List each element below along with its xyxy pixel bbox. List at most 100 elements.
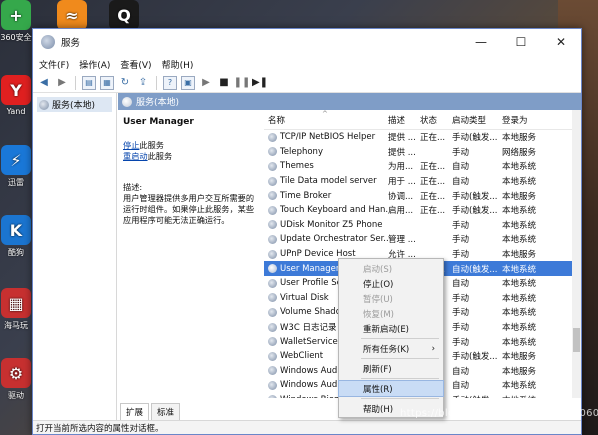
context-menu-item[interactable]: 刷新(F): [339, 361, 443, 376]
service-gear-icon: [268, 205, 277, 215]
context-menu-item[interactable]: 所有任务(K) ›: [339, 341, 443, 356]
service-gear-icon: [268, 191, 277, 201]
service-start-cell: 自动: [452, 162, 470, 173]
service-gear-icon: [268, 249, 277, 259]
service-name-cell: Update Orchestrator Ser...: [264, 234, 388, 244]
service-start-cell: 手动: [452, 337, 470, 348]
view-tabs: 扩展 标准: [120, 398, 181, 420]
service-gear-icon: [268, 366, 277, 376]
service-name: Update Orchestrator Ser...: [280, 234, 388, 245]
toolbar-separator: [156, 75, 157, 90]
service-name: Time Broker: [280, 190, 332, 201]
forward-icon[interactable]: ▶: [55, 76, 69, 90]
menu-file[interactable]: 文件(F): [39, 58, 69, 71]
tab-extended[interactable]: 扩展: [120, 403, 150, 420]
service-gear-icon: [268, 147, 277, 157]
context-menu-item-label: 暂停(U): [363, 294, 393, 305]
desktop-shortcut[interactable]: Y Yand: [0, 75, 36, 116]
context-menu-item[interactable]: 停止(O): [339, 276, 443, 291]
desktop-shortcut-label: 酷狗: [8, 248, 24, 257]
service-logon-cell: 本地系统: [502, 279, 537, 290]
back-icon[interactable]: ◀: [37, 76, 51, 90]
column-header-description[interactable]: 描述: [388, 114, 420, 126]
column-header-logon-as[interactable]: 登录为: [502, 114, 550, 126]
service-name-cell: Themes: [264, 161, 388, 171]
service-name: TCP/IP NetBIOS Helper: [280, 132, 376, 143]
desktop-shortcut[interactable]: ⚡ 迅雷: [0, 145, 36, 188]
table-row[interactable]: Themes 为用... 正在... 自动 本地系统: [264, 159, 581, 174]
service-name: Windows Audi: [280, 365, 340, 376]
main-content: 服务(本地) 服务(本地) User Manager 停止此服务 重启动此服务 …: [33, 93, 581, 420]
context-menu-item-label: 属性(R): [363, 384, 393, 395]
table-row[interactable]: Telephony 提供 ... 手动 网络服务: [264, 145, 581, 160]
context-menu-item[interactable]: 重新启动(E): [339, 321, 443, 336]
service-logon-cell: 本地系统: [502, 162, 537, 173]
service-desc-cell: 为用...: [388, 162, 414, 173]
tree-item-services-local[interactable]: 服务(本地): [37, 97, 112, 112]
description-label: 描述:: [123, 182, 143, 193]
service-name-cell: Time Broker: [264, 191, 388, 201]
vertical-scrollbar[interactable]: [572, 110, 581, 398]
service-start-cell: 手动(触发...: [452, 206, 498, 217]
context-menu: 启动(S) 停止(O) 暂停(U) 恢复(M) 重新启动(E) 所有任务(K) › 刷新(F)…: [338, 258, 444, 418]
service-status-cell: 正在...: [420, 206, 446, 217]
menu-help[interactable]: 帮助(H): [162, 58, 194, 71]
service-start-cell: 手动(触发...: [452, 352, 498, 363]
stop-icon[interactable]: ■: [217, 76, 231, 90]
stop-service-link[interactable]: 停止: [123, 140, 139, 150]
service-gear-icon: [268, 395, 277, 398]
tab-standard[interactable]: 标准: [151, 403, 181, 420]
service-name: WebClient: [280, 351, 324, 362]
export-icon[interactable]: ⇪: [136, 76, 150, 90]
table-row[interactable]: Time Broker 协调... 正在... 手动(触发... 本地服务: [264, 188, 581, 203]
table-row[interactable]: Update Orchestrator Ser... 管理 ... 手动 本地系统: [264, 232, 581, 247]
console-tree-icon[interactable]: ▤: [82, 75, 96, 90]
help-icon[interactable]: ?: [163, 75, 177, 90]
menu-action[interactable]: 操作(A): [79, 58, 110, 71]
desktop-shortcut[interactable]: ▦ 海马玩: [0, 288, 36, 331]
table-row[interactable]: UDisk Monitor Z5 Phone 手动 本地系统: [264, 218, 581, 233]
context-menu-item-label: 帮助(H): [363, 404, 394, 415]
close-button[interactable]: ✕: [541, 29, 581, 55]
properties-icon[interactable]: ▦: [100, 75, 114, 90]
restart-service-suffix: 此服务: [147, 151, 173, 162]
maximize-button[interactable]: ☐: [501, 29, 541, 55]
services-gear-icon: [39, 99, 49, 110]
service-name-cell: Touch Keyboard and Han...: [264, 205, 388, 215]
scroll-thumb[interactable]: [573, 328, 580, 352]
table-row[interactable]: Touch Keyboard and Han... 启用... 正在... 手动(触发…: [264, 203, 581, 218]
service-start-cell: 自动: [452, 279, 470, 290]
service-gear-icon: [268, 220, 277, 230]
app-shortcut-icon: Y: [1, 75, 31, 105]
menu-separator: [361, 378, 439, 379]
services-gear-icon: [122, 96, 132, 107]
service-desc-cell: 启用...: [388, 206, 414, 217]
menu-view[interactable]: 查看(V): [120, 58, 151, 71]
table-row[interactable]: TCP/IP NetBIOS Helper 提供 ... 正在... 手动(触发...…: [264, 130, 581, 145]
app-shortcut-icon: ⚙: [1, 358, 31, 388]
service-gear-icon: [268, 322, 277, 332]
service-description-panel: User Manager 停止此服务 重启动此服务 描述: 用户管理器提供多用户…: [118, 110, 264, 398]
service-logon-cell: 本地系统: [502, 206, 537, 217]
service-status-cell: 正在...: [420, 177, 446, 188]
desktop-shortcut[interactable]: K 酷狗: [0, 215, 36, 258]
minimize-button[interactable]: —: [461, 29, 501, 55]
table-row[interactable]: Tile Data model server 用于 ... 正在... 自动 本地系统: [264, 174, 581, 189]
context-menu-item[interactable]: 属性(R): [338, 380, 444, 397]
desktop-shortcut[interactable]: ⚙ 驱动: [0, 358, 36, 401]
play-icon[interactable]: ▶: [199, 76, 213, 90]
restart-service-link[interactable]: 重启动: [123, 151, 148, 161]
column-header-status[interactable]: 状态: [420, 114, 452, 126]
console-icon[interactable]: ▣: [181, 75, 195, 90]
refresh-icon[interactable]: ↻: [118, 76, 132, 90]
menu-separator: [361, 398, 439, 399]
column-header-startup-type[interactable]: 启动类型: [452, 114, 502, 126]
service-name: Windows Audi: [280, 380, 340, 391]
tree-item-label: 服务(本地): [52, 101, 96, 111]
restart-icon[interactable]: ▶❚: [252, 76, 268, 90]
desktop-shortcut[interactable]: +360安全: [0, 0, 36, 43]
service-start-cell: 自动: [452, 177, 470, 188]
title-bar[interactable]: 服务 — ☐ ✕: [33, 29, 581, 55]
service-logon-cell: 本地系统: [502, 235, 537, 246]
pause-icon[interactable]: ❚❚: [234, 76, 251, 90]
